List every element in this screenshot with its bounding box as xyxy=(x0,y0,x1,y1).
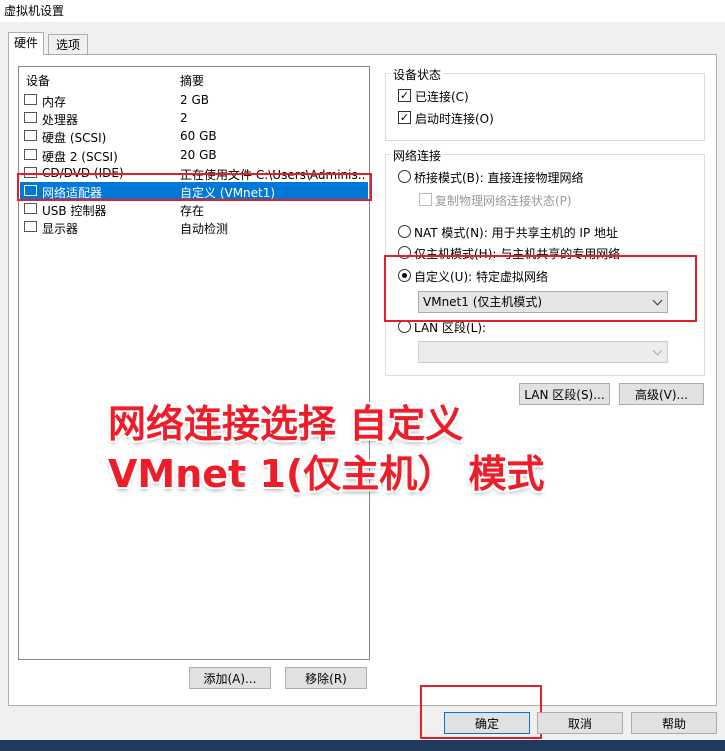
device-name: 硬盘 (SCSI) xyxy=(42,131,107,146)
device-summary: 20 GB xyxy=(180,147,217,162)
title-bar: 虚拟机设置 xyxy=(0,0,725,22)
add-device-button[interactable]: 添加(A)... xyxy=(189,667,271,689)
cancel-button[interactable]: 取消 xyxy=(537,712,623,734)
ok-button[interactable]: 确定 xyxy=(444,712,530,734)
tab-hardware[interactable]: 硬件 xyxy=(8,32,44,55)
device-summary: 自动检测 xyxy=(180,222,229,237)
device-name: 硬盘 2 (SCSI) xyxy=(42,149,118,164)
device-name: 处理器 xyxy=(42,113,79,128)
cpu-icon xyxy=(24,112,37,124)
connected-label[interactable]: 已连接(C) xyxy=(415,88,469,105)
bridged-radio[interactable] xyxy=(398,170,411,183)
chevron-down-icon xyxy=(652,345,663,356)
bridged-label[interactable]: 桥接模式(B): 直接连接物理网络 xyxy=(414,169,583,186)
connected-checkbox[interactable]: ✓ xyxy=(398,89,411,102)
highlight-network-adapter xyxy=(17,173,372,201)
advanced-button[interactable]: 高级(V)... xyxy=(619,383,704,405)
device-name: USB 控制器 xyxy=(42,204,107,219)
device-row[interactable]: 硬盘 2 (SCSI) 20 GB xyxy=(20,146,368,164)
connect-at-power-on-label[interactable]: 启动时连接(O) xyxy=(415,110,494,127)
usb-icon xyxy=(24,203,37,215)
hard-disk-icon xyxy=(24,148,37,160)
memory-icon xyxy=(24,94,37,105)
device-row[interactable]: 处理器 2 xyxy=(20,109,368,127)
lan-segments-button[interactable]: LAN 区段(S)... xyxy=(519,383,610,405)
device-row[interactable]: 内存 2 GB xyxy=(20,91,368,109)
device-status-group xyxy=(385,73,705,141)
device-name: 内存 xyxy=(42,95,67,109)
hard-disk-icon xyxy=(24,130,37,142)
device-row[interactable]: 硬盘 (SCSI) 60 GB xyxy=(20,127,368,145)
column-header-summary[interactable]: 摘要 xyxy=(180,72,204,89)
device-summary: 2 GB xyxy=(180,93,209,107)
device-status-title: 设备状态 xyxy=(391,66,444,83)
window-title: 虚拟机设置 xyxy=(4,4,65,18)
nat-radio[interactable] xyxy=(398,225,411,238)
connect-at-power-on-checkbox[interactable]: ✓ xyxy=(398,111,411,124)
replicate-state-checkbox[interactable] xyxy=(419,193,432,206)
taskbar-strip xyxy=(0,740,725,751)
device-summary: 存在 xyxy=(180,204,205,219)
remove-device-button[interactable]: 移除(R) xyxy=(285,667,367,689)
lan-segment-select[interactable] xyxy=(418,341,668,363)
network-connection-title: 网络连接 xyxy=(391,147,444,164)
tab-options[interactable]: 选项 xyxy=(48,34,88,55)
monitor-icon xyxy=(24,221,37,233)
help-button[interactable]: 帮助 xyxy=(631,712,717,734)
device-summary: 60 GB xyxy=(180,129,217,144)
highlight-custom-network xyxy=(384,255,697,322)
device-name: 显示器 xyxy=(42,222,79,237)
nat-label[interactable]: NAT 模式(N): 用于共享主机的 IP 地址 xyxy=(414,224,618,241)
device-summary: 2 xyxy=(180,111,188,126)
annotation-line-1: 网络连接选择 自定义 xyxy=(108,402,464,446)
annotation-line-2: VMnet 1(仅主机） 模式 xyxy=(108,452,545,496)
device-row[interactable]: USB 控制器 存在 xyxy=(20,200,368,218)
replicate-state-label: 复制物理网络连接状态(P) xyxy=(435,194,572,208)
column-header-device[interactable]: 设备 xyxy=(26,72,50,89)
device-row[interactable]: 显示器 自动检测 xyxy=(20,218,368,236)
